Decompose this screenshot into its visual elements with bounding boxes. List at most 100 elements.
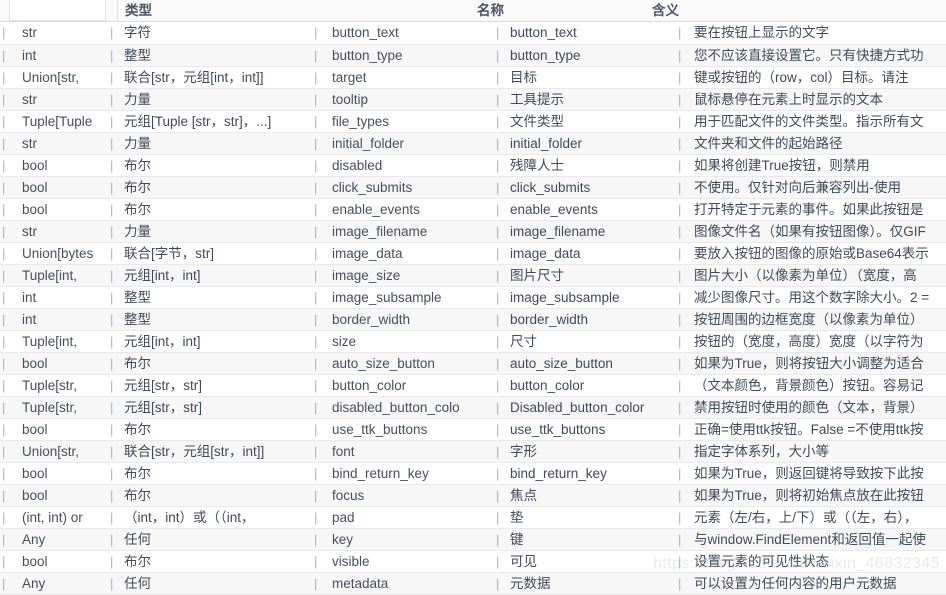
row-sep-5: | (674, 132, 686, 155)
row-sep-4: | (492, 132, 504, 155)
row-sep-1: | (0, 506, 10, 529)
row-sep-4: | (492, 418, 504, 441)
cell-py-type: Union[bytes (10, 242, 106, 265)
row-sep-2: | (106, 176, 118, 199)
cell-py-type: bool (10, 154, 106, 177)
row-sep-2: | (106, 352, 118, 375)
row-sep-2: | (106, 396, 118, 419)
cell-meaning: 如果为True，则将按钮大小调整为适合 (686, 352, 946, 375)
cell-cn-name: 焦点 (504, 484, 674, 507)
row-sep-3: | (310, 572, 322, 595)
row-sep-4: | (492, 440, 504, 463)
cell-cn-type: 元组[int，int] (118, 264, 310, 287)
cell-cn-name: image_subsample (504, 286, 674, 309)
row-sep-5: | (674, 264, 686, 287)
row-sep-2: | (106, 374, 118, 397)
cell-en-name: button_text (322, 22, 492, 45)
cell-en-name: pad (322, 506, 492, 529)
cell-py-type: bool (10, 176, 106, 199)
cell-cn-type: 元组[str，str] (118, 374, 310, 397)
row-sep-2: | (106, 528, 118, 551)
table-row: | bool | 布尔 | enable_events | enable_events | 打开特… (0, 198, 946, 221)
cell-meaning: 鼠标悬停在元素上时显示的文本 (686, 88, 946, 111)
row-sep-1: | (0, 550, 10, 573)
row-sep-1: | (0, 418, 10, 441)
cell-py-type: bool (10, 352, 106, 375)
row-sep-3: | (310, 88, 322, 111)
cell-cn-type: 任何 (118, 572, 310, 595)
table-header-row: 类型 名称 含义 (0, 0, 946, 22)
cell-en-name: target (322, 66, 492, 89)
row-sep-3: | (310, 286, 322, 309)
row-sep-5: | (674, 462, 686, 485)
row-sep-3: | (310, 528, 322, 551)
cell-en-name: metadata (322, 572, 492, 595)
cell-meaning: 如果将创建True按钮，则禁用 (686, 154, 946, 177)
cell-meaning: 元素（左/右，上/下）或（（左，右）， (686, 506, 946, 529)
row-sep-5: | (674, 242, 686, 265)
row-sep-2: | (106, 154, 118, 177)
row-sep-1: | (0, 22, 10, 45)
header-spacer-left (0, 0, 10, 21)
row-sep-4: | (492, 264, 504, 287)
row-sep-5: | (674, 374, 686, 397)
cell-en-name: bind_return_key (322, 462, 492, 485)
row-sep-5: | (674, 440, 686, 463)
row-sep-2: | (106, 132, 118, 155)
cell-cn-type: 联合[str，元组[int，int]] (118, 66, 310, 89)
table-row: |bool|布尔|focus|焦点|如果为True，则将初始焦点放在此按钮| (0, 484, 946, 507)
table-row: | Union[str, | 联合[str，元组[str，int]] | font | 字形 |… (0, 440, 946, 463)
row-sep-1: | (0, 44, 10, 67)
cell-meaning: 不使用。仅针对向后兼容列出-使用 (686, 176, 946, 199)
cell-cn-name: border_width (504, 308, 674, 331)
header-spacer-mid (106, 0, 118, 21)
row-sep-2: | (106, 484, 118, 507)
row-sep-4: | (492, 352, 504, 375)
cell-en-name: use_ttk_buttons (322, 418, 492, 441)
cell-en-name: size (322, 330, 492, 353)
cell-en-name: disabled (322, 154, 492, 177)
row-sep-1: | (0, 440, 10, 463)
cell-cn-name: 可见 (504, 550, 674, 573)
cell-meaning: （文本颜色，背景颜色）按钮。容易记 (686, 374, 946, 397)
row-sep-1: | (0, 198, 10, 221)
cell-meaning: 可以设置为任何内容的用户元数据 (686, 572, 946, 595)
cell-py-type: bool (10, 462, 106, 485)
row-sep-3: | (310, 198, 322, 221)
row-sep-2: | (106, 66, 118, 89)
cell-cn-name: enable_events (504, 198, 674, 221)
row-sep-2: | (106, 220, 118, 243)
cell-py-type: bool (10, 198, 106, 221)
cell-en-name: button_type (322, 44, 492, 67)
row-sep-3: | (310, 462, 322, 485)
row-sep-1: | (0, 132, 10, 155)
row-sep-4: | (492, 550, 504, 573)
row-sep-5: | (674, 198, 686, 221)
row-sep-4: | (492, 286, 504, 309)
table-row: | int | 整型 | button_type | button_type | 您不应该直接设置… (0, 44, 946, 67)
cell-en-name: button_color (322, 374, 492, 397)
cell-meaning: 打开特定于元素的事件。如果此按钮是 (686, 198, 946, 221)
row-sep-1: | (0, 484, 10, 507)
cell-meaning: 正确=使用ttk按钮。False =不使用ttk按 (686, 418, 946, 441)
cell-cn-name: Disabled_button_color (504, 396, 674, 419)
row-sep-4: | (492, 110, 504, 133)
table-row: | Tuple[str, | 元组[str，str] | disabled_button_… (0, 396, 946, 419)
cell-cn-name: 文件类型 (504, 110, 674, 133)
cell-py-type: (int, int) or (10, 506, 106, 529)
cell-cn-type: 整型 (118, 44, 310, 67)
column-header-meaning: 含义 (652, 3, 679, 18)
row-sep-4: | (492, 330, 504, 353)
cell-cn-name: 残障人士 (504, 154, 674, 177)
row-sep-5: | (674, 88, 686, 111)
cell-meaning: 按钮的（宽度，高度）宽度（以字符为 (686, 330, 946, 353)
table-row: |Any|任何|metadata|元数据|可以设置为任何内容的用户元数据| (0, 572, 946, 595)
column-header-name: 名称 (477, 3, 504, 18)
table-row: | bool | 布尔 | click_submits | click_submits | 不使用… (0, 176, 946, 199)
row-sep-3: | (310, 110, 322, 133)
row-sep-3: | (310, 418, 322, 441)
table-row: | Tuple[int, | 元组[int，int] | image_size | 图片尺寸 |… (0, 264, 946, 287)
row-sep-3: | (310, 66, 322, 89)
row-sep-4: | (492, 572, 504, 595)
table-row: | bool | 布尔 | use_ttk_buttons | use_ttk_buttons… (0, 418, 946, 441)
